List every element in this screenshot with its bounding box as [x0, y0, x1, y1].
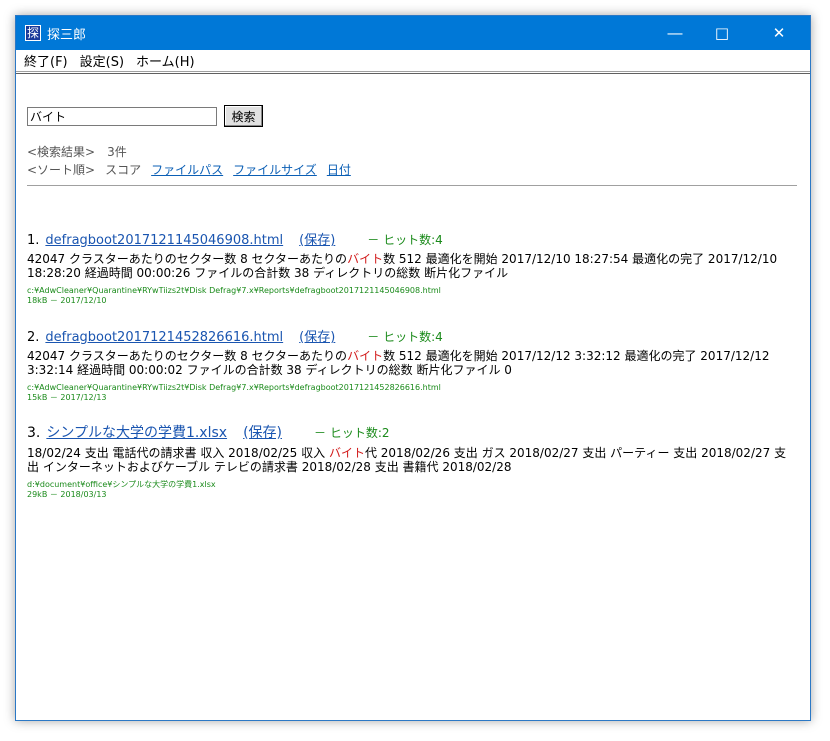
sort-filepath-link[interactable]: ファイルパス — [151, 161, 223, 178]
result-hits: － ヒット数:2 — [314, 426, 390, 440]
close-icon[interactable]: ✕ — [756, 16, 802, 50]
results-summary: <検索結果> 3件 — [27, 145, 127, 159]
result-item: 2. defragboot20171214528266​16.html (保存)… — [27, 326, 797, 403]
result-snippet: 18/02/24 支出 電話代の請求書 収入 2018/02/25 収入 バイト… — [27, 446, 787, 474]
window-title: 探三郎 — [47, 27, 87, 43]
result-meta: 15kB － 2017/12/13 — [27, 393, 107, 402]
result-hits: － ヒット数:4 — [367, 233, 443, 247]
sort-label: <ソート順> — [27, 163, 96, 177]
app-window: 探 探三郎 ― □ ✕ 終了(F) 設定(S) ホーム(H) 検索 <検索結果>… — [15, 15, 811, 721]
result-save-link[interactable]: (保存) — [299, 326, 335, 345]
result-save-link[interactable]: (保存) — [243, 422, 282, 442]
sort-filesize-link[interactable]: ファイルサイズ — [233, 161, 317, 178]
maximize-icon[interactable]: □ — [699, 16, 745, 50]
menu-item-home[interactable]: ホーム(H) — [136, 51, 195, 70]
minimize-icon[interactable]: ― — [652, 16, 698, 50]
sort-options: <ソート順> スコア ファイルパス ファイルサイズ 日付 — [27, 161, 351, 178]
menu-item-settings[interactable]: 設定(S) — [80, 51, 124, 70]
title-bar[interactable]: 探 探三郎 ― □ ✕ — [16, 16, 810, 50]
sort-score: スコア — [105, 163, 142, 177]
result-item: 1. defragboot20171211450469​08.html (保存)… — [27, 229, 797, 306]
app-icon: 探 — [25, 25, 41, 41]
result-meta: 18kB － 2017/12/10 — [27, 296, 107, 305]
result-number: 1. — [27, 233, 40, 248]
divider — [27, 185, 797, 186]
result-title-link[interactable]: シンプルな大学の学費1.xlsx — [46, 422, 227, 442]
result-title-link[interactable]: defragboot20171214528266​16.html — [45, 330, 283, 345]
result-meta: 29kB － 2018/03/13 — [27, 490, 107, 499]
search-button[interactable]: 検索 — [224, 105, 263, 127]
result-title-link[interactable]: defragboot20171211450469​08.html — [45, 233, 283, 248]
menu-item-quit[interactable]: 終了(F) — [24, 51, 68, 70]
main-content: 検索 <検索結果> 3件 <ソート順> スコア ファイルパス ファイルサイズ 日… — [16, 73, 810, 721]
search-input[interactable] — [27, 107, 217, 126]
menu-bar: 終了(F) 設定(S) ホーム(H) — [16, 50, 810, 72]
result-snippet: 42047 クラスターあたりのセクター数 8 セクターあたりのバイト数 512 … — [27, 349, 770, 377]
result-path: c:¥AdwCleaner¥Quarantine¥RYwTiizs2t¥Disk… — [27, 383, 441, 392]
sort-date-link[interactable]: 日付 — [327, 161, 351, 178]
result-number: 2. — [27, 330, 40, 345]
result-item: 3. シンプルな大学の学費1.xlsx (保存) － ヒット数:2 18/02/… — [27, 422, 797, 500]
result-path: c:¥AdwCleaner¥Quarantine¥RYwTiizs2t¥Disk… — [27, 286, 441, 295]
result-number: 3. — [27, 425, 41, 441]
result-snippet: 42047 クラスターあたりのセクター数 8 セクターあたりのバイト数 512 … — [27, 252, 778, 280]
result-save-link[interactable]: (保存) — [299, 229, 335, 248]
result-hits: － ヒット数:4 — [367, 330, 443, 344]
result-path: d:¥document¥office¥シンプルな大学の学費1.xlsx — [27, 480, 216, 489]
